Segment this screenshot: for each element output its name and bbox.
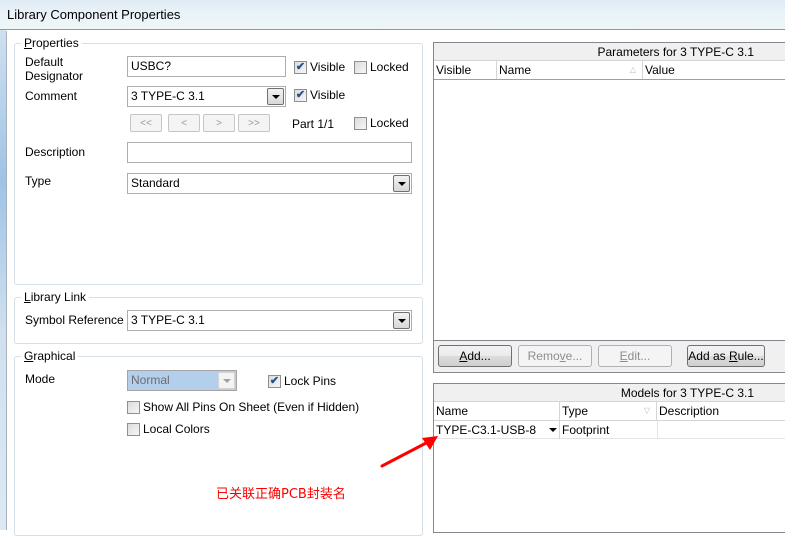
properties-legend-text: roperties xyxy=(32,36,79,50)
lock-pins-checkbox[interactable]: ✔ Lock Pins xyxy=(268,374,336,388)
library-link-legend: Library Link xyxy=(21,290,90,304)
default-designator-label-line1: Default xyxy=(25,55,64,69)
models-table-row[interactable]: TYPE-C3.1-USB-8 Footprint xyxy=(434,421,785,439)
sort-ascending-icon: △ xyxy=(629,65,636,74)
edit-button-label: dit... xyxy=(627,349,651,363)
models-title: Models for 3 TYPE-C 3.1 xyxy=(434,384,785,402)
symbol-reference-value: 3 TYPE-C 3.1 xyxy=(131,313,205,327)
model-type: Footprint xyxy=(562,423,610,437)
check-icon: ✔ xyxy=(294,60,307,74)
add-parameter-button[interactable]: Add... xyxy=(438,345,512,367)
description-input[interactable] xyxy=(127,142,412,163)
comment-visible-label: Visible xyxy=(310,88,346,102)
add-as-rule-button[interactable]: Add as Rule... xyxy=(687,345,765,367)
title-bar: Library Component Properties xyxy=(0,0,785,30)
local-colors-label: Local Colors xyxy=(143,422,210,436)
parameters-title: Parameters for 3 TYPE-C 3.1 xyxy=(434,43,785,61)
comment-visible-checkbox[interactable]: ✔ Visible xyxy=(294,88,345,102)
parameters-list[interactable] xyxy=(434,80,785,340)
show-all-pins-label: Show All Pins On Sheet (Even if Hidden) xyxy=(143,400,360,414)
models-column-description[interactable]: Description xyxy=(657,402,785,420)
type-value: Standard xyxy=(131,176,180,190)
lock-pins-label: Lock Pins xyxy=(284,374,337,388)
type-combobox[interactable]: Standard xyxy=(127,173,412,194)
show-all-pins-checkbox[interactable]: Show All Pins On Sheet (Even if Hidden) xyxy=(127,400,359,414)
models-panel: Models for 3 TYPE-C 3.1 Name Type ▽ Desc… xyxy=(433,383,785,533)
annotation-text: 已关联正确PCB封装名 xyxy=(216,487,346,502)
model-name: TYPE-C3.1-USB-8 xyxy=(436,423,537,437)
part-indicator: Part 1/1 xyxy=(292,117,335,131)
remove-parameter-button[interactable]: Remove... xyxy=(518,345,592,367)
remove-button-label-end: e... xyxy=(565,349,583,363)
graphical-legend: Graphical xyxy=(21,349,79,363)
comment-label: Comment xyxy=(25,89,78,103)
part-locked-label: Locked xyxy=(370,116,409,130)
library-link-legend-text: ibrary Link xyxy=(30,290,87,304)
check-icon: ✔ xyxy=(294,88,307,102)
next-part-button[interactable]: > xyxy=(203,114,235,132)
designator-locked-label: Locked xyxy=(370,60,409,74)
default-designator-label-line2: Designator xyxy=(25,69,84,83)
parameters-column-name[interactable]: Name △ xyxy=(497,61,643,79)
model-name-combobox[interactable]: TYPE-C3.1-USB-8 xyxy=(434,421,560,439)
model-description xyxy=(657,421,785,439)
parameters-button-bar: Add... Remove... Edit... Add as Rule... xyxy=(434,340,785,372)
symbol-reference-label: Symbol Reference xyxy=(25,313,124,327)
chevron-down-icon[interactable] xyxy=(549,428,557,432)
sort-descending-icon: ▽ xyxy=(643,406,650,415)
designator-locked-checkbox[interactable]: Locked xyxy=(354,60,409,74)
local-colors-checkbox[interactable]: Local Colors xyxy=(127,422,210,436)
checkbox-box xyxy=(127,400,140,414)
parameters-column-name-label: Name xyxy=(499,63,532,77)
designator-visible-checkbox[interactable]: ✔ Visible xyxy=(294,60,345,74)
chevron-down-icon xyxy=(218,372,235,389)
mode-combobox: Normal xyxy=(127,370,237,391)
parameters-panel: Parameters for 3 TYPE-C 3.1 Visible Name… xyxy=(433,42,785,373)
models-column-type-label: Type xyxy=(562,404,589,418)
add-button-label: dd... xyxy=(467,349,491,363)
parameters-column-visible[interactable]: Visible xyxy=(434,61,497,79)
edit-parameter-button[interactable]: Edit... xyxy=(598,345,672,367)
default-designator-label: Default Designator xyxy=(25,55,83,83)
models-column-type[interactable]: Type ▽ xyxy=(560,402,657,420)
mode-label: Mode xyxy=(25,372,56,386)
add-as-rule-label: Add as xyxy=(688,349,729,363)
default-designator-input[interactable]: USBC? xyxy=(127,56,286,77)
remove-button-label: Remo xyxy=(527,349,560,363)
designator-visible-label: Visible xyxy=(310,60,346,74)
models-column-name[interactable]: Name xyxy=(434,402,560,420)
graphical-legend-text: raphical xyxy=(33,349,76,363)
checkbox-box xyxy=(354,116,367,130)
first-part-button[interactable]: << xyxy=(130,114,162,132)
last-part-button[interactable]: >> xyxy=(238,114,270,132)
chevron-down-icon[interactable] xyxy=(267,88,284,105)
chevron-down-icon[interactable] xyxy=(393,312,410,329)
type-label: Type xyxy=(25,174,52,188)
description-label: Description xyxy=(25,145,86,159)
annotation-arrow xyxy=(380,436,438,468)
symbol-reference-combobox[interactable]: 3 TYPE-C 3.1 xyxy=(127,310,412,331)
window-title: Library Component Properties xyxy=(7,7,181,22)
check-icon: ✔ xyxy=(268,374,281,388)
parameters-column-value[interactable]: Value xyxy=(643,61,785,79)
part-locked-checkbox[interactable]: Locked xyxy=(354,116,409,130)
comment-combobox[interactable]: 3 TYPE-C 3.1 xyxy=(127,86,286,107)
add-as-rule-label-end: ule... xyxy=(737,349,764,363)
checkbox-box xyxy=(127,422,140,436)
checkbox-box xyxy=(354,60,367,74)
chevron-down-icon[interactable] xyxy=(393,175,410,192)
arrow-shaft xyxy=(380,440,430,468)
previous-part-button[interactable]: < xyxy=(168,114,200,132)
comment-value: 3 TYPE-C 3.1 xyxy=(131,89,205,103)
mode-value: Normal xyxy=(131,373,170,387)
properties-legend: Properties xyxy=(21,36,82,50)
